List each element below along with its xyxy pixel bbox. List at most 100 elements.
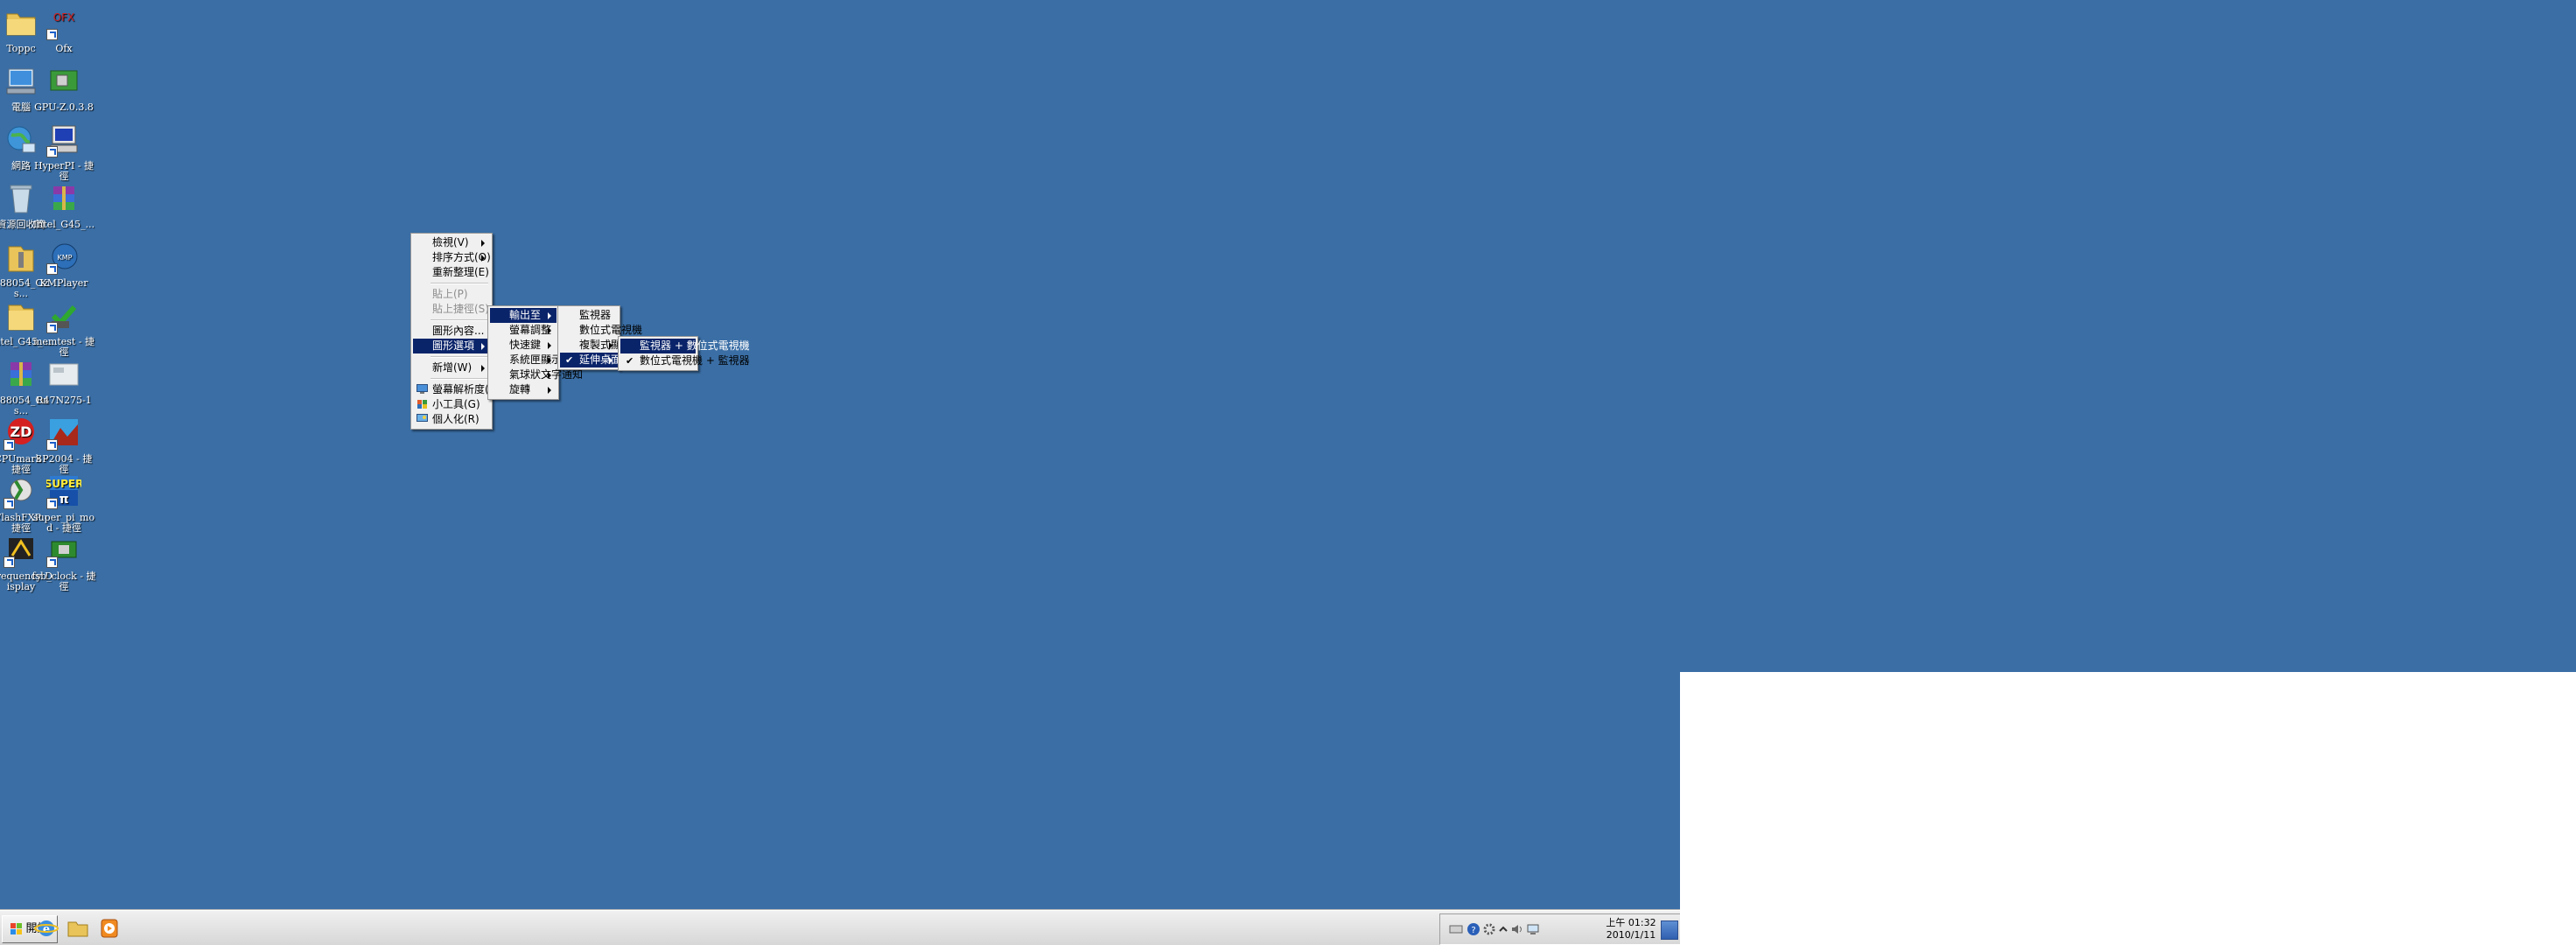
menu-item-panel-fit[interactable]: 螢幕調整	[490, 323, 556, 338]
menu-item-clone-display[interactable]: 複製式顯示	[560, 338, 632, 353]
menu-item-label: 快速鍵	[509, 339, 542, 351]
menu-item-label: 系統匣顯示	[509, 354, 563, 366]
submenu-arrow-icon	[481, 365, 485, 372]
menu-item-new[interactable]: 新增(W)	[413, 360, 490, 375]
menu-item-refresh[interactable]: 重新整理(E)	[413, 265, 490, 280]
menu-item-sort-by[interactable]: 排序方式(O)	[413, 250, 491, 265]
gpuz-icon	[46, 64, 81, 99]
submenu-arrow-icon	[609, 342, 612, 349]
menu-item-monitor-plus-tv[interactable]: 監視器 + 數位式電視機	[620, 339, 750, 354]
desktop-icon-gpuz[interactable]: GPU-Z.0.3.8	[32, 64, 96, 113]
menu-item-label: 貼上(P)	[432, 288, 468, 300]
menu-item-paste-shortcut[interactable]: 貼上捷徑(S)	[413, 302, 490, 317]
menu-item-screen-resolution[interactable]: 螢幕解析度(C)	[413, 382, 500, 397]
menu-item-output-to[interactable]: 輸出至	[490, 308, 556, 323]
desktop-icon-label: Intel_G45_...	[32, 219, 95, 230]
svg-text:SUPER: SUPER	[46, 478, 81, 490]
menu-separator	[430, 319, 488, 321]
submenu-arrow-icon	[548, 327, 551, 334]
svg-text:OFX: OFX	[53, 11, 75, 24]
personalize-icon	[416, 414, 428, 422]
desktop-icon-sp2004[interactable]: SP2004 - 捷徑	[32, 416, 96, 475]
svg-text:π: π	[59, 493, 68, 507]
desktop-icon-label: super_pi_mod - 捷徑	[32, 512, 95, 534]
svg-text:KMP: KMP	[58, 254, 73, 262]
explorer-icon	[67, 921, 88, 937]
menu-item-rotation[interactable]: 旋轉	[490, 382, 556, 397]
menu-item-graphics-options[interactable]: 圖形選項	[413, 339, 490, 354]
desktop-icon-fsb-clock[interactable]: fsb_clock - 捷徑	[32, 533, 96, 592]
output-to-submenu: 監視器 數位式電視機 複製式顯示 ✔ 延伸桌面	[557, 305, 642, 370]
desktop-icon-label: fsb_clock - 捷徑	[32, 570, 96, 592]
menu-separator	[430, 378, 488, 380]
desktop-icon-memtest[interactable]: memtest - 捷徑	[32, 298, 96, 358]
menu-separator	[430, 283, 488, 284]
menu-item-label: 檢視(V)	[432, 236, 469, 248]
menu-item-hot-keys[interactable]: 快速鍵	[490, 338, 556, 353]
desktop-icon-label: SP2004 - 捷徑	[35, 453, 93, 475]
shortcut-arrow-icon	[46, 29, 58, 40]
submenu-arrow-icon	[609, 357, 612, 364]
menu-item-label: 監視器	[579, 309, 612, 321]
extended-desktop-submenu: 監視器 + 數位式電視機 ✔ 數位式電視機 + 監視器	[618, 336, 750, 371]
menu-item-tv-plus-monitor[interactable]: ✔ 數位式電視機 + 監視器	[620, 354, 750, 368]
checkmark-icon: ✔	[626, 355, 634, 367]
speaker-icon[interactable]	[1510, 922, 1524, 936]
kmplayer-icon: KMP	[46, 240, 81, 275]
menu-item-personalize[interactable]: 個人化(R)	[413, 412, 490, 427]
menu-item-label: 氣球狀文字通知	[509, 368, 584, 381]
quicklaunch-ie[interactable]: e	[32, 915, 61, 942]
menu-item-view[interactable]: 檢視(V)	[413, 235, 490, 250]
extended-desktop-area[interactable]	[1680, 0, 2576, 672]
menu-item-balloon-notifications[interactable]: 氣球狀文字通知	[490, 368, 583, 382]
desktop-icon-label: memtest - 捷徑	[32, 336, 95, 358]
memtest-icon	[46, 298, 81, 333]
quicklaunch-explorer[interactable]	[63, 915, 93, 942]
keyboard-icon[interactable]	[1449, 922, 1463, 936]
primary-desktop[interactable]: Toppc OFX Ofx 電腦 GPU-Z.0.3.8 網路 HyperPI …	[0, 0, 1680, 945]
desktop-icon-ofx[interactable]: OFX Ofx	[32, 5, 96, 54]
submenu-arrow-icon	[548, 357, 551, 364]
clock-date: 2010/1/11	[1606, 929, 1656, 941]
menu-item-gadgets[interactable]: 小工具(G)	[413, 397, 490, 412]
fsb-clock-icon	[46, 533, 81, 568]
menu-item-digital-tv[interactable]: 數位式電視機	[560, 323, 642, 338]
menu-item-paste[interactable]: 貼上(P)	[413, 287, 490, 302]
desktop-icon-kmplayer[interactable]: KMP KMPlayer	[32, 240, 96, 289]
submenu-arrow-icon	[481, 240, 485, 247]
menu-item-extended-desktop[interactable]: ✔ 延伸桌面	[560, 353, 621, 368]
help-icon[interactable]: ?	[1466, 922, 1480, 936]
desktop-icon-label: KMPlayer	[39, 277, 88, 289]
menu-item-label: 小工具(G)	[432, 398, 480, 410]
desktop-icon-r47n275[interactable]: R47N275-1	[32, 357, 96, 406]
desktop-icon-intel-archive[interactable]: Intel_G45_...	[32, 181, 96, 230]
shortcut-arrow-icon	[46, 556, 58, 568]
menu-item-graphics-properties[interactable]: 圖形內容...	[413, 324, 490, 339]
show-hidden-icons-icon[interactable]	[1496, 922, 1510, 936]
gear-icon[interactable]	[1482, 922, 1496, 936]
shortcut-arrow-icon	[46, 322, 58, 333]
menu-item-label: 貼上捷徑(S)	[432, 303, 489, 315]
sp2004-icon	[46, 416, 81, 451]
show-desktop-button[interactable]	[1661, 920, 1678, 940]
winrar-archive-icon	[46, 181, 81, 216]
menu-item-label: 重新整理(E)	[432, 266, 489, 278]
network-tray-icon[interactable]	[1526, 922, 1540, 936]
menu-item-label: 個人化(R)	[432, 413, 480, 425]
menu-item-label: 輸出至	[509, 309, 542, 321]
checkmark-icon: ✔	[565, 354, 574, 366]
desktop-icon-label: R47N275-1	[36, 395, 92, 406]
svg-text:ZD: ZD	[10, 424, 32, 440]
submenu-arrow-icon	[548, 372, 551, 379]
menu-item-tray-icon[interactable]: 系統匣顯示	[490, 353, 562, 368]
desktop-icon-superpi[interactable]: SUPER π super_pi_mod - 捷徑	[32, 474, 96, 534]
shortcut-arrow-icon	[46, 439, 58, 451]
menu-item-label: 數位式電視機 + 監視器	[640, 354, 750, 367]
desktop-icon-label: HyperPI - 捷徑	[33, 160, 94, 182]
shortcut-arrow-icon	[46, 498, 58, 509]
menu-item-monitor[interactable]: 監視器	[560, 308, 618, 323]
taskbar-clock[interactable]: 上午 01:32 2010/1/11	[1603, 917, 1659, 942]
quicklaunch-media-player[interactable]	[94, 915, 124, 942]
desktop-icon-hyperpi[interactable]: HyperPI - 捷徑	[32, 122, 96, 182]
shortcut-arrow-icon	[4, 439, 15, 451]
